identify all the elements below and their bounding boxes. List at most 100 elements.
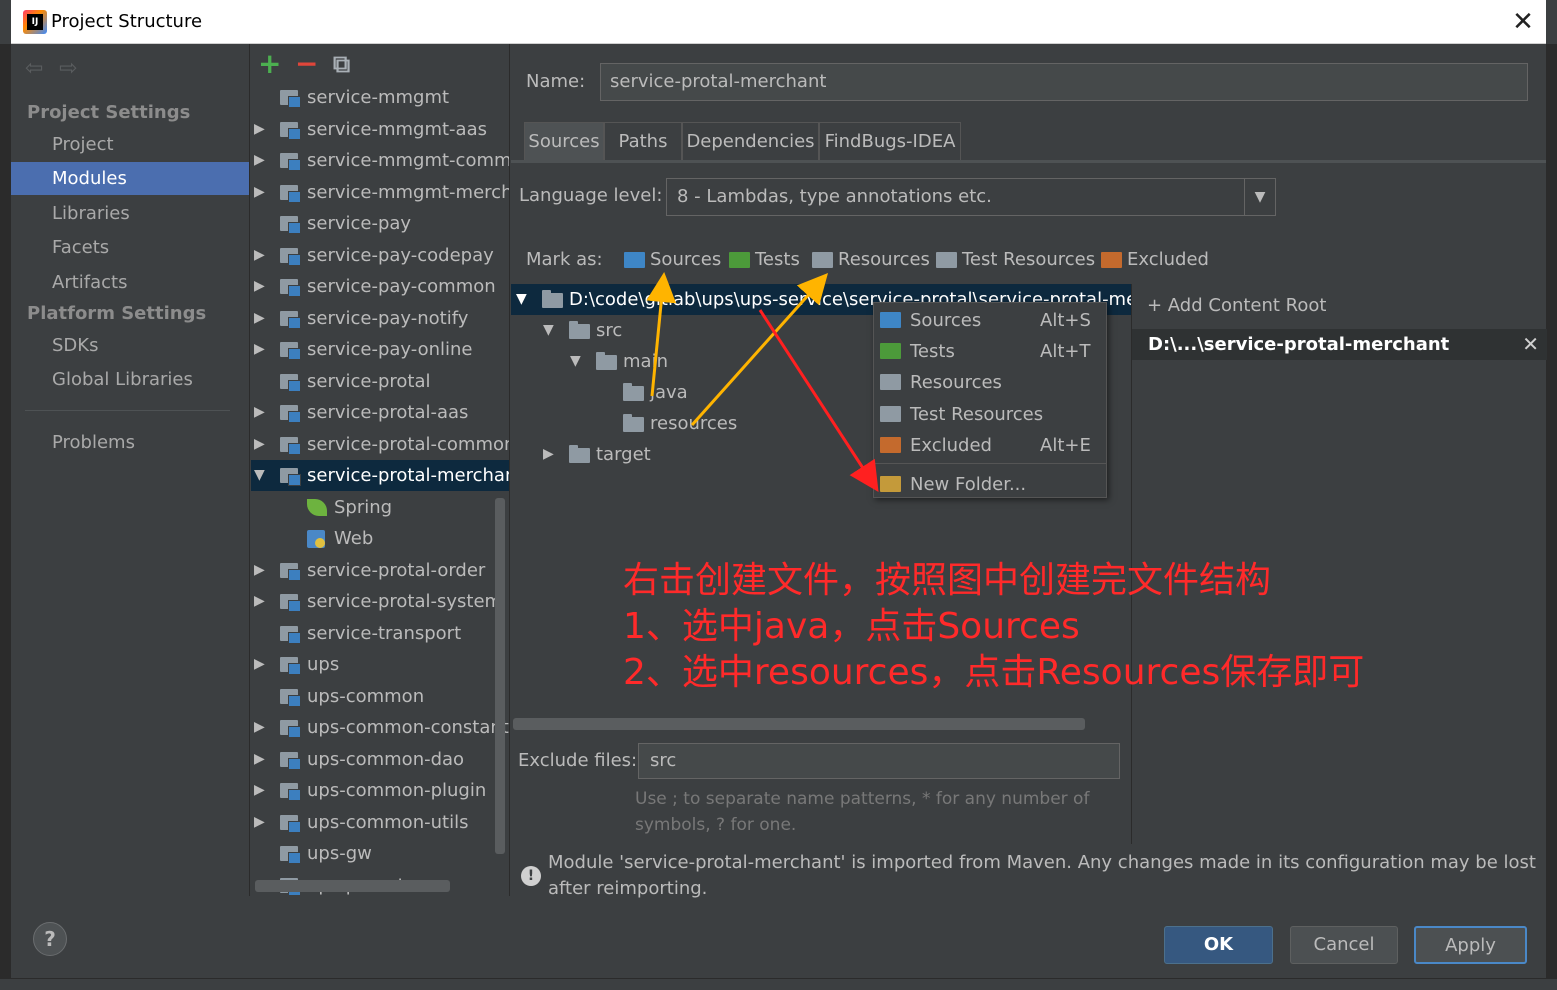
chevron-down-icon[interactable]: ▼ [254, 460, 265, 491]
module-row[interactable]: service-mmgmt [251, 82, 509, 113]
chevron-right-icon[interactable]: ▶ [254, 397, 265, 428]
module-row[interactable]: ▶ ups [251, 649, 509, 680]
module-label: service-mmgmt [307, 87, 450, 108]
chevron-right-icon[interactable]: ▶ [254, 744, 265, 775]
module-row[interactable]: ▶ ups-common-constants [251, 712, 509, 743]
module-row[interactable]: ups-gw [251, 838, 509, 869]
chevron-down-icon[interactable]: ▼ [570, 346, 581, 377]
ok-button[interactable]: OK [1164, 926, 1273, 964]
mark-test-resources-button[interactable]: Test Resources [936, 249, 1095, 270]
chevron-right-icon[interactable]: ▶ [254, 775, 265, 806]
module-tree-panel: + − ⧉ service-mmgmt ▶ service-mmgmt-aas ▶ se… [251, 44, 510, 896]
maven-warning-text: Module 'service-protal-merchant' is impo… [548, 852, 1536, 899]
module-list-hscrollbar[interactable] [255, 880, 450, 892]
module-row[interactable]: ▶ ups-common-utils [251, 807, 509, 838]
chevron-right-icon[interactable]: ▶ [254, 145, 265, 176]
facet-row[interactable]: Web [251, 523, 509, 554]
help-button[interactable]: ? [33, 922, 67, 956]
tab-paths[interactable]: Paths [604, 122, 682, 160]
close-icon[interactable]: ✕ [1507, 6, 1539, 38]
menu-item-test-resources[interactable]: Test Resources [874, 399, 1106, 430]
module-row[interactable]: service-protal [251, 366, 509, 397]
module-row[interactable]: ▶ service-protal-aas [251, 397, 509, 428]
tab-sources[interactable]: Sources [524, 122, 604, 160]
chevron-down-icon[interactable]: ▼ [516, 284, 527, 315]
module-icon [280, 814, 301, 833]
chevron-right-icon[interactable]: ▶ [254, 303, 265, 334]
chevron-right-icon[interactable]: ▶ [254, 114, 265, 145]
chevron-right-icon[interactable]: ▶ [543, 439, 554, 470]
nav-item-facets[interactable]: Facets [11, 231, 249, 264]
folder-icon [936, 252, 957, 268]
module-row[interactable]: service-pay [251, 208, 509, 239]
chevron-right-icon[interactable]: ▶ [254, 271, 265, 302]
mark-sources-button[interactable]: Sources [624, 249, 721, 270]
module-row[interactable]: ▶ service-mmgmt-merchant [251, 177, 509, 208]
menu-item-excluded[interactable]: Excluded Alt+E [874, 430, 1106, 461]
chevron-down-icon[interactable]: ▼ [543, 315, 554, 346]
module-row[interactable]: ups-common [251, 681, 509, 712]
content-tree-hscrollbar[interactable] [513, 718, 1085, 730]
module-row[interactable]: ▶ service-pay-codepay [251, 240, 509, 271]
nav-item-artifacts[interactable]: Artifacts [11, 266, 249, 299]
module-row[interactable]: ▶ service-pay-notify [251, 303, 509, 334]
module-row[interactable]: ▶ service-pay-common [251, 271, 509, 302]
chevron-right-icon[interactable]: ▶ [254, 177, 265, 208]
module-icon [280, 688, 301, 707]
chevron-right-icon[interactable]: ▶ [254, 586, 265, 617]
module-row[interactable]: ▶ service-protal-common [251, 429, 510, 460]
content-root-entry[interactable]: D:\...\service-protal-merchant ✕ [1132, 329, 1547, 360]
nav-item-libraries[interactable]: Libraries [11, 197, 249, 230]
apply-button[interactable]: Apply [1414, 926, 1527, 964]
chevron-right-icon[interactable]: ▶ [254, 429, 265, 460]
remove-module-icon[interactable]: − [295, 48, 318, 80]
module-row[interactable]: ▼ service-protal-merchant [251, 460, 509, 491]
nav-item-global-libraries[interactable]: Global Libraries [11, 363, 249, 396]
nav-item-sdks[interactable]: SDKs [11, 329, 249, 362]
annotation-line: 右击创建文件，按照图中创建完文件结构 [623, 560, 1272, 601]
back-arrow-icon[interactable]: ⇦ [25, 56, 43, 81]
mark-resources-button[interactable]: Resources [812, 249, 930, 270]
module-row[interactable]: ▶ service-protal-order [251, 555, 509, 586]
module-row[interactable]: ▶ service-pay-online [251, 334, 509, 365]
tab-dependencies[interactable]: Dependencies [682, 122, 819, 160]
menu-item-new-folder[interactable]: New Folder... [874, 469, 1106, 500]
mark-tests-button[interactable]: Tests [729, 249, 800, 270]
module-row[interactable]: service-transport [251, 618, 509, 649]
nav-item-problems[interactable]: Problems [11, 426, 249, 459]
chevron-down-icon[interactable]: ▼ [1244, 179, 1275, 215]
chevron-right-icon[interactable]: ▶ [254, 649, 265, 680]
module-row[interactable]: ▶ ups-common-plugin [251, 775, 509, 806]
module-list-scrollbar[interactable] [495, 498, 505, 854]
menu-item-tests[interactable]: Tests Alt+T [874, 336, 1106, 367]
nav-item-modules[interactable]: Modules [11, 162, 249, 195]
menu-item-resources[interactable]: Resources [874, 367, 1106, 398]
menu-item-label: Resources [910, 372, 1002, 393]
module-row[interactable]: ▶ service-mmgmt-aas [251, 114, 509, 145]
chevron-right-icon[interactable]: ▶ [254, 712, 265, 743]
module-name-input[interactable]: service-protal-merchant [600, 63, 1528, 101]
add-content-root-button[interactable]: + Add Content Root [1147, 295, 1326, 316]
facet-row[interactable]: Spring [251, 492, 509, 523]
module-label: service-protal-common [307, 433, 510, 455]
menu-item-sources[interactable]: Sources Alt+S [874, 305, 1106, 336]
module-row[interactable]: ▶ service-protal-system [251, 586, 509, 617]
name-label: Name: [526, 71, 586, 92]
module-icon [280, 846, 301, 864]
add-module-icon[interactable]: + [258, 48, 281, 80]
chevron-right-icon[interactable]: ▶ [254, 807, 265, 838]
chevron-right-icon[interactable]: ▶ [254, 334, 265, 365]
language-level-select[interactable]: 8 - Lambdas, type annotations etc. ▼ [666, 178, 1276, 216]
forward-arrow-icon[interactable]: ⇨ [59, 56, 77, 81]
copy-module-icon[interactable]: ⧉ [333, 48, 350, 80]
chevron-right-icon[interactable]: ▶ [254, 240, 265, 271]
chevron-right-icon[interactable]: ▶ [254, 555, 265, 586]
exclude-files-input[interactable]: src [638, 743, 1120, 779]
tab-findbugs[interactable]: FindBugs-IDEA [819, 122, 961, 160]
module-row[interactable]: ▶ service-mmgmt-common [251, 145, 509, 176]
nav-item-project[interactable]: Project [11, 128, 249, 161]
cancel-button[interactable]: Cancel [1290, 926, 1398, 964]
mark-excluded-button[interactable]: Excluded [1101, 249, 1209, 270]
remove-root-icon[interactable]: ✕ [1522, 329, 1539, 360]
module-row[interactable]: ▶ ups-common-dao [251, 744, 509, 775]
